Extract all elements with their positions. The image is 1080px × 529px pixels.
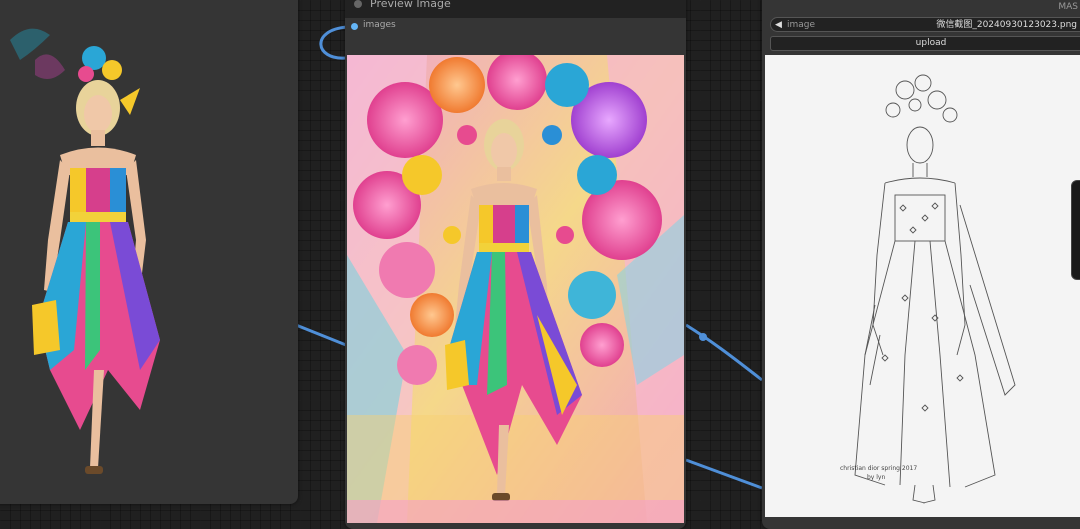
link-preview-right[interactable] <box>685 323 763 382</box>
sketch-caption-line2: by lyn <box>867 474 885 481</box>
link-images-input[interactable] <box>319 25 348 60</box>
images-input-slot[interactable] <box>351 23 358 30</box>
link-left-node[interactable] <box>295 323 347 347</box>
cutout-figure-image <box>10 28 160 474</box>
node-title-bar[interactable]: Preview Image <box>345 0 686 18</box>
left-image-node[interactable] <box>0 0 298 504</box>
mask-output-label: MAS <box>1058 2 1078 12</box>
image-widget-label: image <box>787 20 816 30</box>
image-combo-widget[interactable]: ◀ image 微信截图_20240930123023.png <box>770 17 1080 32</box>
sketch-caption-line1: christian dior spring 2017 <box>840 465 917 472</box>
load-image-node[interactable]: MAS ◀ image 微信截图_20240930123023.png uplo… <box>762 0 1080 529</box>
link-reroute-dot[interactable] <box>699 333 707 341</box>
preview-output-image <box>347 55 684 523</box>
images-input-label: images <box>363 20 396 30</box>
preview-image-node[interactable]: Preview Image images <box>345 0 686 529</box>
sketch-image: christian dior spring 2017 by lyn <box>765 55 1080 517</box>
upload-button[interactable]: upload <box>770 36 1080 51</box>
collapse-dot-icon[interactable] <box>354 0 362 8</box>
image-widget-value[interactable]: 微信截图_20240930123023.png <box>936 18 1077 32</box>
left-arrow-icon[interactable]: ◀ <box>775 18 782 32</box>
node-title: Preview Image <box>370 0 451 10</box>
link-preview-bottom[interactable] <box>685 458 763 490</box>
sidebar-toggle-tab[interactable] <box>1071 180 1080 280</box>
